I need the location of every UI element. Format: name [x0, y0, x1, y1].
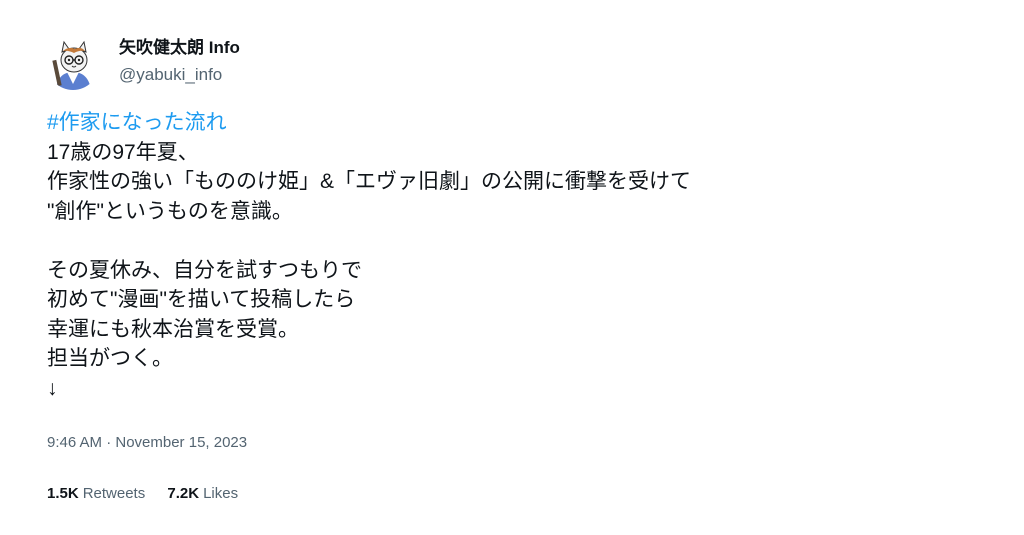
tweet-timestamp: 9:46 AM · November 15, 2023: [47, 433, 247, 453]
tweet-line: "創作"というものを意識。: [47, 199, 293, 223]
retweets-stat[interactable]: 1.5K Retweets: [47, 484, 145, 504]
avatar[interactable]: [47, 38, 99, 90]
likes-stat[interactable]: 7.2K Likes: [167, 484, 238, 504]
tweet-line: 幸運にも秋本治賞を受賞。: [47, 317, 299, 341]
likes-count: 7.2K: [167, 485, 200, 502]
hashtag-link[interactable]: #作家になった流れ: [47, 111, 227, 134]
likes-label: Likes: [203, 485, 239, 502]
author-handle[interactable]: @yabuki_info: [119, 65, 222, 85]
tweet-text: #作家になった流れ 17歳の97年夏、 作家性の強い「もののけ姫」&「エヴァ旧劇…: [47, 108, 947, 403]
engagement-stats: 1.5K Retweets 7.2K Likes: [47, 484, 256, 504]
timestamp-link[interactable]: 9:46 AM · November 15, 2023: [47, 434, 247, 451]
tweet-line: その夏休み、自分を試すつもりで: [47, 258, 362, 282]
retweets-count: 1.5K: [47, 485, 79, 502]
tweet-line: 初めて"漫画"を描いて投稿したら: [47, 288, 356, 311]
retweets-label: Retweets: [82, 485, 146, 502]
tweet-line: 担当がつく。: [47, 347, 173, 370]
tweet-line: 作家性の強い「もののけ姫」&「エヴァ旧劇」の公開に衝撃を受けて: [47, 170, 692, 193]
cat-artist-avatar-icon: [47, 38, 99, 90]
tweet-line: 17歳の97年夏、: [47, 140, 199, 164]
down-arrow: ↓: [47, 376, 58, 400]
author-display-name[interactable]: 矢吹健太朗 Info: [119, 38, 240, 58]
tweet-card: 矢吹健太朗 Info @yabuki_info #作家になった流れ 17歳の97…: [0, 0, 1024, 535]
